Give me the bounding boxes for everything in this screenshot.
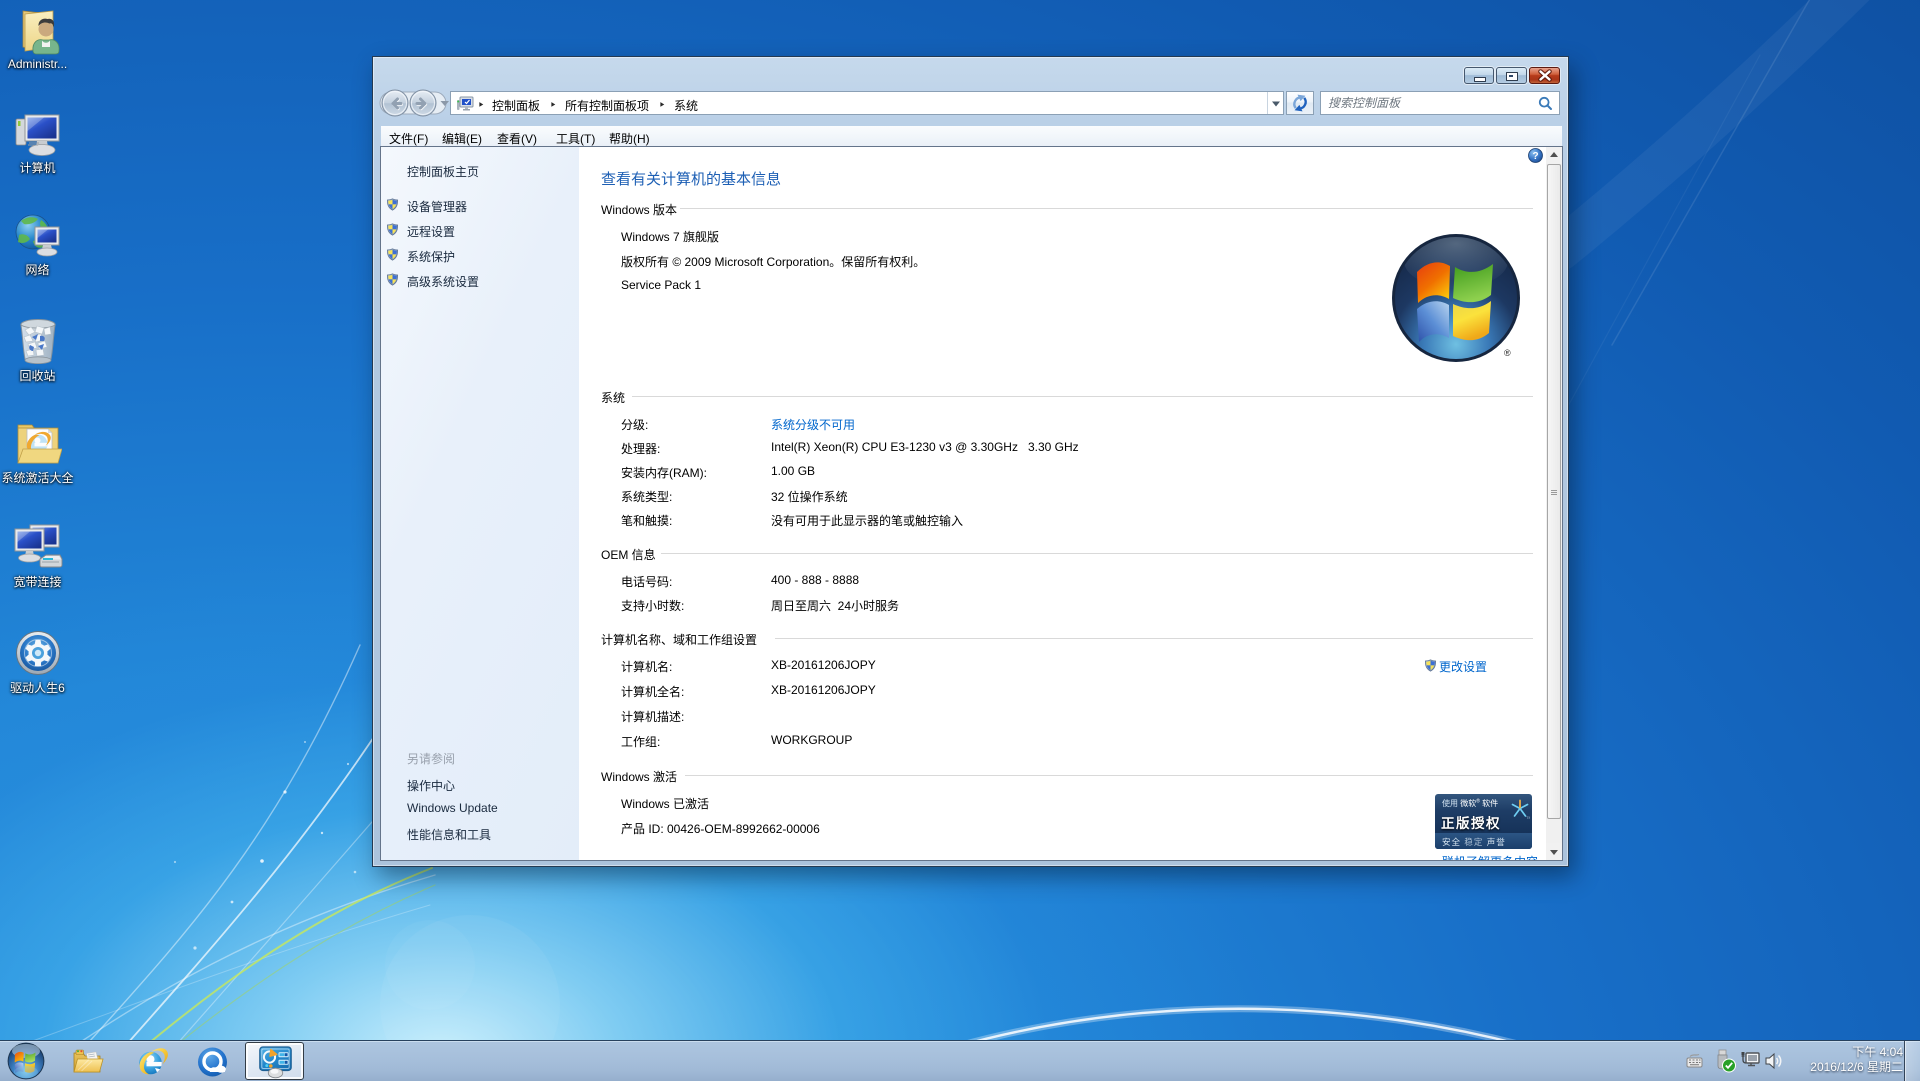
svg-text:?: ? (1532, 151, 1538, 162)
svg-text:TM: TM (1526, 815, 1530, 820)
svg-text:®: ® (1504, 348, 1511, 358)
